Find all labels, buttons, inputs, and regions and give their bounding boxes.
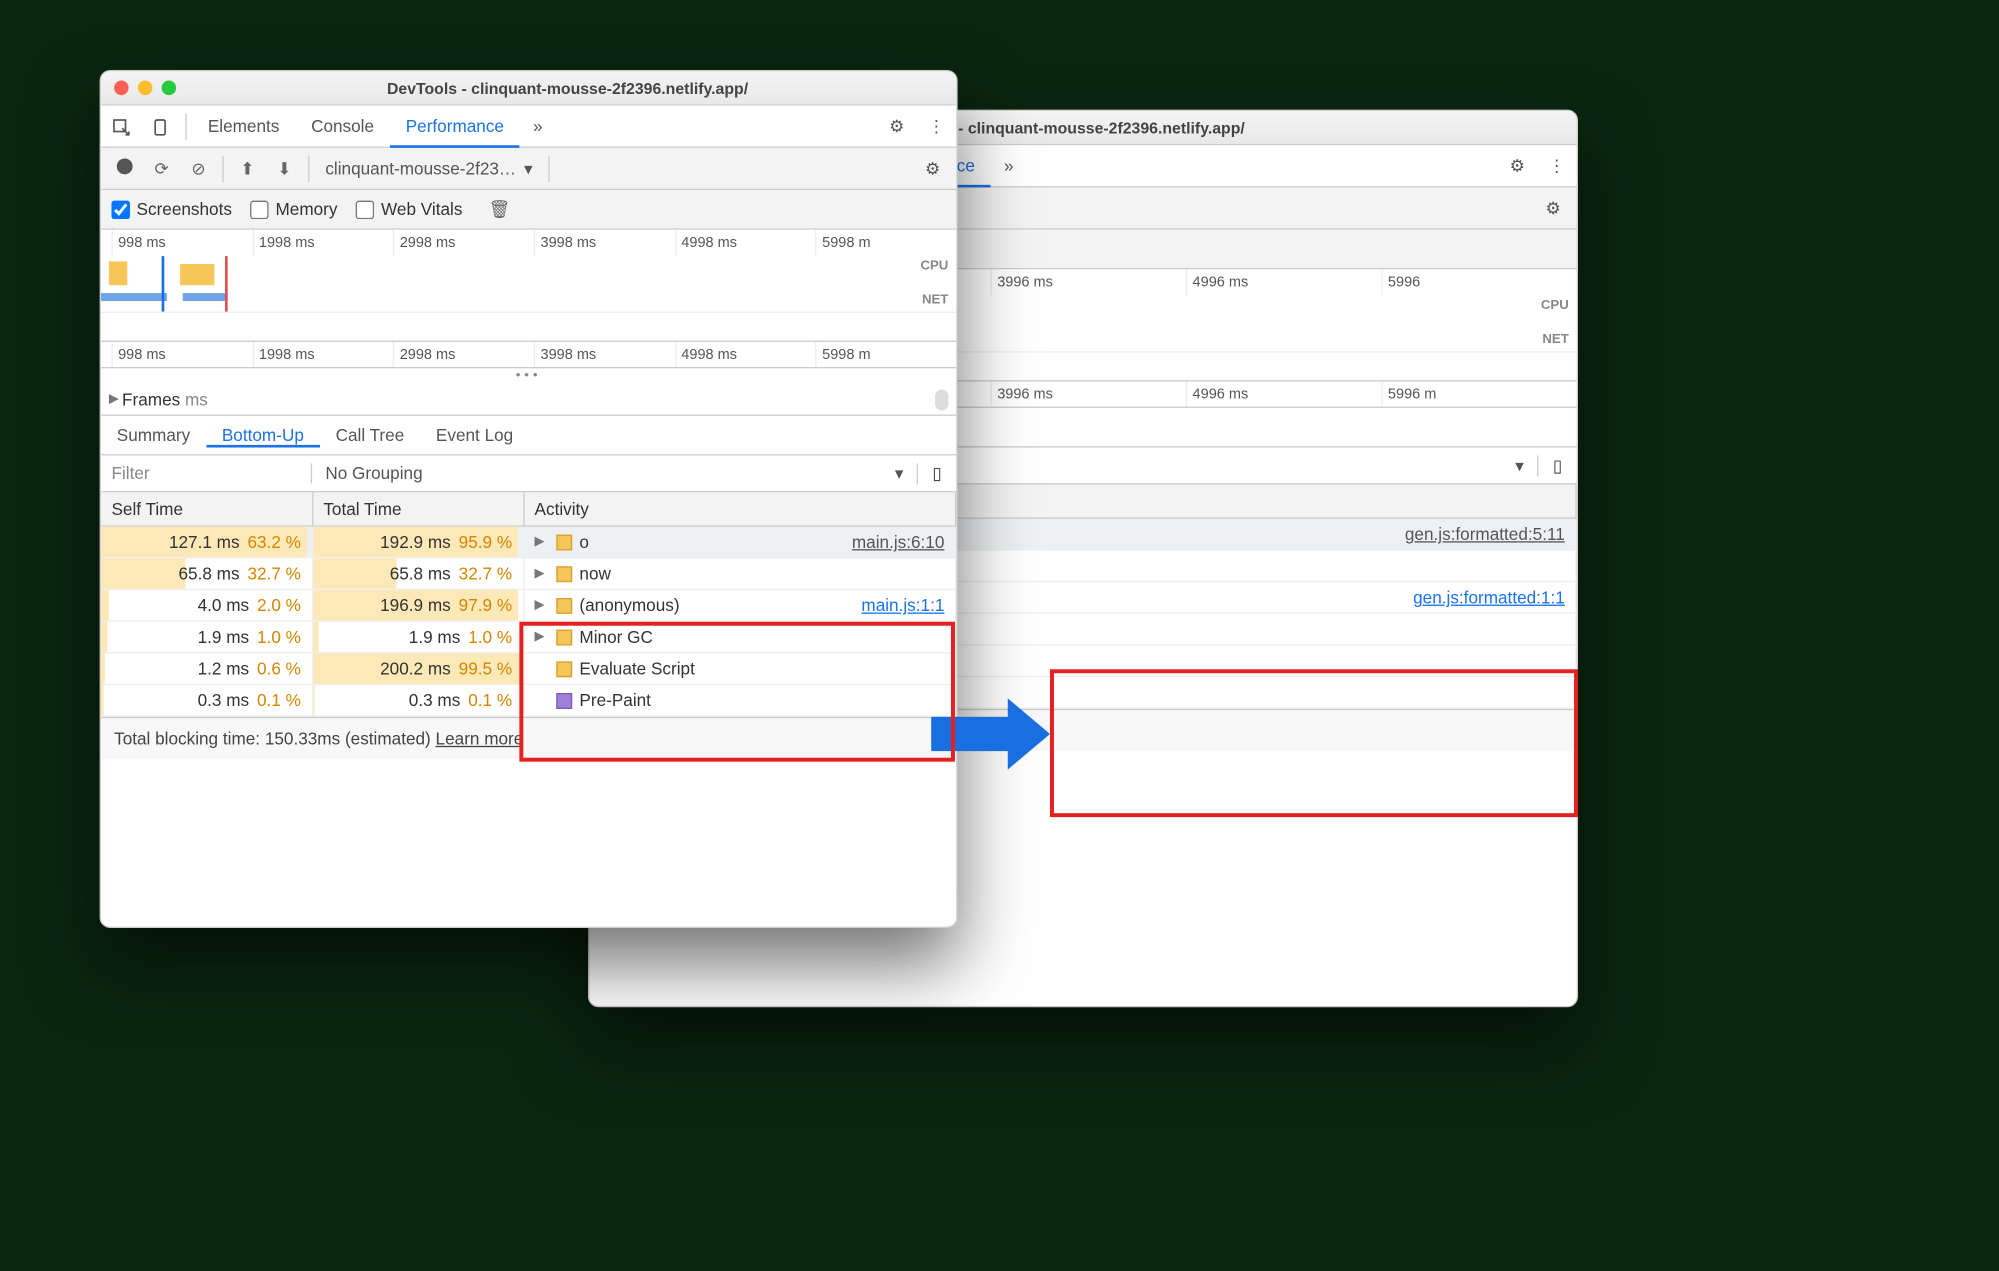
- table-row[interactable]: 65.8 ms32.7 %65.8 ms32.7 %▶now: [101, 558, 956, 590]
- window-title: DevTools - clinquant-mousse-2f2396.netli…: [192, 79, 943, 97]
- category-icon: [556, 597, 572, 613]
- table-row[interactable]: 127.1 ms63.2 %192.9 ms95.9 %▶omain.js:6:…: [101, 526, 956, 558]
- divider-dots: •••: [101, 368, 956, 384]
- capture-options: Screenshots Memory Web Vitals 🗑: [101, 190, 956, 230]
- marker-start: [162, 256, 165, 311]
- grouping-select[interactable]: No Grouping▾: [312, 463, 917, 484]
- zoom-icon[interactable]: [162, 81, 177, 96]
- activity-name: Minor GC: [579, 627, 652, 647]
- download-icon[interactable]: ⬇: [266, 158, 303, 179]
- source-link[interactable]: main.js:6:10: [852, 532, 945, 552]
- tab-console[interactable]: Console: [295, 105, 390, 147]
- panel-toggle-icon[interactable]: ▯: [917, 463, 957, 484]
- category-icon: [556, 566, 572, 582]
- learn-more-link[interactable]: Learn more: [436, 729, 524, 749]
- chevron-right-icon[interactable]: ▶: [535, 598, 548, 613]
- chevron-right-icon[interactable]: ▶: [535, 566, 548, 581]
- col-activity[interactable]: Activity: [523, 492, 955, 526]
- filter-input[interactable]: Filter: [101, 463, 312, 483]
- clear-icon[interactable]: ⊘: [180, 158, 217, 179]
- record-button[interactable]: [106, 158, 143, 178]
- chevron-right-icon[interactable]: ▶: [535, 630, 548, 645]
- scrollbar-thumb[interactable]: [935, 389, 948, 410]
- gear-icon[interactable]: ⚙: [1535, 197, 1572, 218]
- tab-summary[interactable]: Summary: [101, 425, 206, 445]
- activity-name: (anonymous): [579, 595, 679, 615]
- arrow-icon: [931, 698, 1063, 771]
- activity-name: Evaluate Script: [579, 659, 694, 679]
- panel-toggle-icon[interactable]: ▯: [1537, 455, 1577, 476]
- col-total-time[interactable]: Total Time: [312, 492, 523, 526]
- col-self-time[interactable]: Self Time: [101, 492, 312, 526]
- trash-icon[interactable]: 🗑: [481, 199, 518, 220]
- upload-icon[interactable]: ⬆: [229, 158, 266, 179]
- close-icon[interactable]: [114, 81, 129, 96]
- titlebar: DevTools - clinquant-mousse-2f2396.netli…: [101, 71, 956, 105]
- kebab-icon[interactable]: ⋮: [917, 116, 957, 137]
- table-row[interactable]: 0.3 ms0.1 %0.3 ms0.1 %Pre-Paint: [101, 684, 956, 716]
- screenshots-checkbox[interactable]: Screenshots: [111, 199, 231, 219]
- blocking-time-footer: Total blocking time: 150.33ms (estimated…: [101, 717, 956, 759]
- gear-icon[interactable]: ⚙: [877, 116, 917, 137]
- table-row[interactable]: 1.2 ms0.6 %200.2 ms99.5 %Evaluate Script: [101, 653, 956, 685]
- source-link[interactable]: gen.js:formatted:5:11: [1405, 524, 1565, 544]
- minimize-icon[interactable]: [138, 81, 153, 96]
- marker-end: [225, 256, 228, 311]
- url-selector[interactable]: clinquant-mousse-2f23… ▾: [315, 158, 543, 179]
- tab-elements[interactable]: Elements: [192, 105, 295, 147]
- kebab-icon[interactable]: ⋮: [1537, 155, 1577, 176]
- timeline-overview[interactable]: 998 ms 1998 ms 2998 ms 3998 ms 4998 ms 5…: [101, 230, 956, 369]
- gear-icon[interactable]: ⚙: [1497, 155, 1537, 176]
- webvitals-checkbox[interactable]: Web Vitals: [356, 199, 462, 219]
- tab-bottom-up[interactable]: Bottom-Up: [206, 424, 320, 446]
- tabs-overflow-icon[interactable]: »: [991, 156, 1027, 176]
- activity-name: Pre-Paint: [579, 690, 651, 710]
- bottom-tabs: Summary Bottom-Up Call Tree Event Log: [101, 416, 956, 456]
- table-row[interactable]: 1.9 ms1.0 %1.9 ms1.0 %▶Minor GC: [101, 621, 956, 653]
- category-icon: [556, 629, 572, 645]
- source-link[interactable]: main.js:1:1: [861, 595, 944, 615]
- perf-toolbar: ⟳ ⊘ ⬆ ⬇ clinquant-mousse-2f23… ▾ ⚙: [101, 148, 956, 190]
- frames-row[interactable]: ▶ Frames ms: [101, 384, 956, 416]
- reload-icon[interactable]: ⟳: [143, 158, 180, 179]
- activity-name: now: [579, 564, 610, 584]
- filter-row: Filter No Grouping▾ ▯: [101, 455, 956, 492]
- category-icon: [556, 692, 572, 708]
- tab-event-log[interactable]: Event Log: [420, 425, 529, 445]
- category-icon: [556, 534, 572, 550]
- memory-checkbox[interactable]: Memory: [250, 199, 337, 219]
- devtools-window-before: DevTools - clinquant-mousse-2f2396.netli…: [100, 70, 958, 928]
- gear-icon[interactable]: ⚙: [914, 158, 951, 179]
- table-row[interactable]: 4.0 ms2.0 %196.9 ms97.9 %▶(anonymous)mai…: [101, 589, 956, 621]
- activity-name: o: [579, 532, 589, 552]
- tabbar: Elements Console Performance » ⚙ ⋮: [101, 106, 956, 148]
- category-icon: [556, 661, 572, 677]
- tab-performance[interactable]: Performance: [390, 106, 520, 148]
- tab-call-tree[interactable]: Call Tree: [320, 425, 420, 445]
- chevron-right-icon[interactable]: ▶: [109, 392, 122, 407]
- chevron-right-icon[interactable]: ▶: [535, 535, 548, 550]
- source-link[interactable]: gen.js:formatted:1:1: [1413, 587, 1565, 607]
- tabs-overflow-icon[interactable]: »: [520, 116, 556, 136]
- bottom-up-table: Self Time Total Time Activity 127.1 ms63…: [101, 492, 956, 716]
- inspect-icon[interactable]: [101, 115, 141, 136]
- device-icon[interactable]: [141, 115, 181, 136]
